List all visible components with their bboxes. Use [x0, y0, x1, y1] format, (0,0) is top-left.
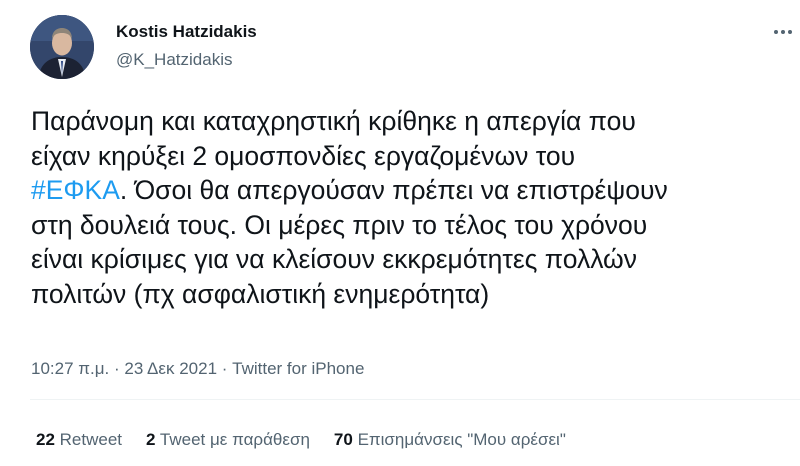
tweet-date[interactable]: 23 Δεκ 2021: [124, 359, 217, 378]
tweet-text-line: είναι κρίσιμες για να κλείσουν εκκρεμότη…: [31, 244, 637, 274]
divider: [30, 399, 800, 400]
tweet-card: Kostis Hatzidakis @K_Hatzidakis Παράνομη…: [0, 0, 800, 466]
tweet-stats: 22 Retweet 2 Tweet με παράθεση 70 Επισημάν…: [36, 430, 590, 450]
retweets-count: 22: [36, 430, 55, 449]
tweet-text-line: πολιτών (πχ ασφαλιστική ενημερότητα): [31, 278, 490, 309]
quote-tweets-count: 2: [146, 430, 156, 449]
tweet-text: Παράνομη και καταχρηστική κρίθηκε η απερ…: [31, 104, 796, 311]
likes-count: 70: [333, 430, 353, 449]
quote-tweets-label: Tweet με παράθεση: [159, 430, 310, 449]
tweet-text-line: #ΕΦΚΑ. Όσοι θα απεργούσαν πρέπει να επισ…: [31, 173, 796, 208]
author-handle[interactable]: @K_Hatzidakis: [116, 50, 232, 70]
likes-stat[interactable]: 70 Επισημάνσεις "Μου αρέσει": [334, 430, 566, 449]
tweet-metadata: 10:27 π.μ. · 23 Δεκ 2021 · Twitter for i…: [31, 359, 364, 379]
tweet-time[interactable]: 10:27 π.μ.: [31, 359, 109, 378]
retweets-label: Retweet: [59, 430, 123, 449]
tweet-text-line: είχαν κηρύξει 2 ομοσπονδίες εργαζομένων …: [31, 140, 576, 171]
hashtag-link[interactable]: #ΕΦΚΑ: [31, 175, 120, 205]
tweet-text-line: στη δουλειά τους. Οι μέρες πριν το τέλος…: [31, 209, 648, 240]
tweet-text-line: Παράνομη και καταχρηστική κρίθηκε η απερ…: [31, 106, 636, 136]
tweet-source[interactable]: Twitter for iPhone: [232, 359, 364, 378]
more-options-button[interactable]: [770, 22, 796, 42]
author-name[interactable]: Kostis Hatzidakis: [116, 22, 257, 42]
avatar-image: [30, 15, 94, 79]
avatar[interactable]: [30, 15, 94, 79]
meta-separator: ·: [109, 359, 125, 378]
tweet-text-fragment: . Όσοι θα απεργούσαν πρέπει να επιστρέψο…: [119, 175, 668, 205]
retweets-stat[interactable]: 22 Retweet: [36, 430, 122, 449]
meta-separator: ·: [217, 359, 233, 378]
likes-label: Επισημάνσεις "Μου αρέσει": [357, 430, 566, 449]
quote-tweets-stat[interactable]: 2 Tweet με παράθεση: [146, 430, 310, 449]
more-horizontal-icon: [774, 30, 792, 34]
